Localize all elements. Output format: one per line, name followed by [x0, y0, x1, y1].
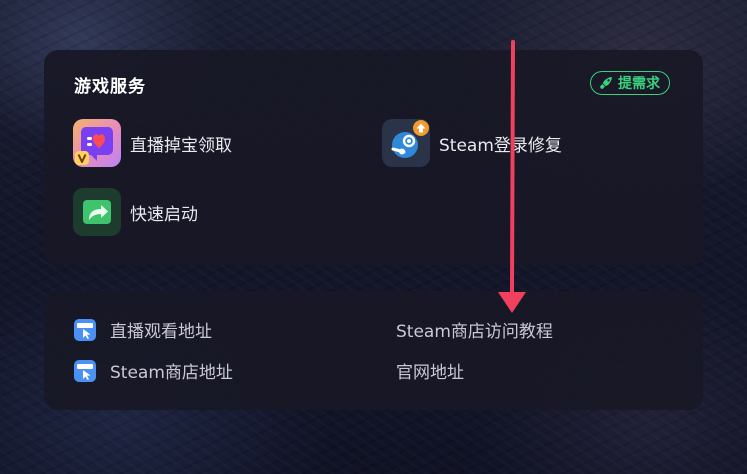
service-steam-login-repair[interactable]: Steam登录修复	[382, 119, 562, 167]
service-label: 快速启动	[130, 204, 198, 225]
link-steam-store-tutorial[interactable]: Steam商店访问教程	[396, 317, 553, 342]
game-services-panel: 游戏服务 提需求 直播掉宝领取 Steam登录修复 快速启动	[44, 50, 703, 265]
request-feature-button[interactable]: 提需求	[590, 71, 670, 95]
service-quick-launch[interactable]: 快速启动	[73, 188, 198, 236]
request-button-label: 提需求	[618, 76, 660, 92]
link-label: 直播观看地址	[110, 322, 212, 342]
quick-launch-icon	[73, 188, 121, 236]
www-icon	[74, 318, 96, 341]
link-steam-store-address[interactable]: Steam商店地址	[74, 358, 233, 383]
steam-icon	[382, 119, 430, 167]
service-live-drops[interactable]: 直播掉宝领取	[73, 119, 232, 167]
www-icon	[74, 359, 96, 382]
service-label: 直播掉宝领取	[130, 135, 232, 156]
gift-icon	[73, 119, 121, 167]
rocket-icon	[598, 75, 614, 91]
links-panel: 直播观看地址 Steam商店访问教程 Steam商店地址 官网地址	[44, 291, 703, 410]
service-label: Steam登录修复	[439, 135, 562, 156]
link-label: 官网地址	[396, 363, 464, 383]
link-official-site[interactable]: 官网地址	[396, 358, 464, 383]
link-label: Steam商店访问教程	[396, 322, 553, 342]
link-live-stream-address[interactable]: 直播观看地址	[74, 317, 212, 342]
link-label: Steam商店地址	[110, 363, 233, 383]
section-title: 游戏服务	[74, 77, 146, 97]
